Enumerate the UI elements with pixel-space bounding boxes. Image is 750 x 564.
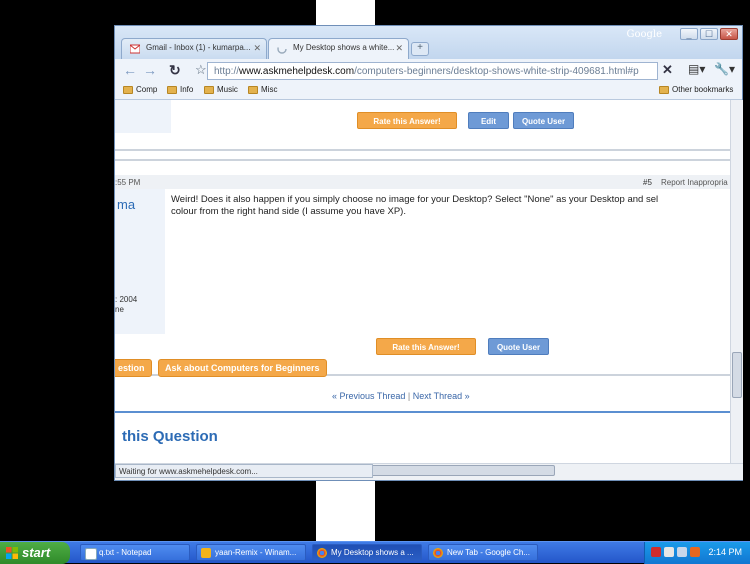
page-menu-icon[interactable]: ▤▾ (688, 62, 705, 76)
edit-button[interactable]: Edit (468, 112, 509, 129)
post-time: :55 PM (115, 178, 141, 187)
windows-logo-icon (6, 547, 18, 559)
divider (115, 149, 730, 151)
bookmark-comp[interactable]: Comp (123, 85, 157, 94)
taskbar-item-chrome-active[interactable]: My Desktop shows a ... (312, 544, 422, 561)
tab-label: Gmail - Inbox (1) - kumarpa... (146, 43, 251, 52)
section-title: this Question (122, 428, 218, 445)
reload-icon[interactable]: ↻ (169, 62, 181, 79)
chrome-window: Google _ ☐ ✕ Gmail - Inbox (1) - kumarpa… (114, 25, 743, 481)
tab-gmail[interactable]: Gmail - Inbox (1) - kumarpa... ✕ (121, 38, 267, 59)
folder-icon (659, 85, 669, 94)
scrollbar-thumb[interactable] (732, 352, 742, 398)
quote-user-button[interactable]: Quote User (488, 338, 549, 355)
rate-answer-button[interactable]: Rate this Answer! (357, 112, 457, 129)
start-button[interactable]: start (0, 542, 70, 564)
notepad-icon (85, 548, 97, 560)
previous-thread-link[interactable]: Previous Thread (340, 391, 406, 401)
report-link[interactable]: Report Inappropria (661, 178, 728, 187)
quote-user-button[interactable]: Quote User (513, 112, 574, 129)
post-header: :55 PM #5 Report Inappropria (115, 175, 730, 189)
divider (115, 159, 730, 161)
acrobat-icon[interactable] (651, 547, 661, 557)
taskbar: start q.txt - Notepad yaan-Remix - Winam… (0, 541, 750, 564)
rate-answer-button[interactable]: Rate this Answer! (376, 338, 476, 355)
bookmark-music[interactable]: Music (204, 85, 238, 94)
post-text-line: Weird! Does it also happen if you simply… (171, 194, 659, 205)
folder-icon (248, 85, 258, 94)
toolbar: ← → ↻ ☆ http://www.askmehelpdesk.com/com… (115, 59, 742, 83)
other-bookmarks[interactable]: Other bookmarks (659, 85, 733, 94)
bookmarks-bar: Comp Info Music Misc Other bookmarks (115, 83, 742, 100)
tray-app-icon[interactable] (690, 547, 700, 557)
gmail-icon (130, 44, 140, 54)
ask-computers-beginners-button[interactable]: Ask about Computers for Beginners (158, 359, 327, 377)
ask-question-button[interactable]: estion (115, 359, 152, 377)
author-meta: ne (115, 305, 124, 314)
section-divider (115, 411, 730, 413)
chrome-icon (317, 548, 327, 558)
folder-icon (123, 85, 133, 94)
author-column: ma : 2004 ne (115, 189, 165, 334)
maximize-button[interactable]: ☐ (700, 28, 718, 40)
tab-close-icon[interactable]: ✕ (253, 43, 261, 54)
stop-icon[interactable]: ✕ (662, 62, 673, 78)
loading-spinner-icon (277, 44, 287, 54)
next-thread-link[interactable]: Next Thread (413, 391, 462, 401)
bookmark-info[interactable]: Info (167, 85, 193, 94)
taskbar-item-notepad[interactable]: q.txt - Notepad (80, 544, 190, 561)
back-icon[interactable]: ← (123, 62, 137, 78)
tab-my-desktop[interactable]: My Desktop shows a white... ✕ (268, 38, 409, 60)
close-window-button[interactable]: ✕ (720, 28, 738, 40)
folder-icon (167, 85, 177, 94)
vertical-scrollbar[interactable] (730, 100, 743, 463)
previous-post-author-column (115, 100, 171, 133)
wrench-menu-icon[interactable]: 🔧▾ (714, 62, 735, 76)
tab-label: My Desktop shows a white... (293, 43, 395, 52)
folder-icon (204, 85, 214, 94)
thread-navigation: « Previous Thread | Next Thread » (332, 391, 470, 401)
status-bubble: Waiting for www.askmehelpdesk.com... (115, 464, 373, 478)
address-bar[interactable]: http://www.askmehelpdesk.com/computers-b… (207, 62, 658, 80)
chrome-icon (433, 548, 443, 558)
url-host: www.askmehelpdesk.com (239, 66, 355, 77)
bookmark-misc[interactable]: Misc (248, 85, 277, 94)
post-text-line: colour from the right hand side (I assum… (171, 206, 406, 217)
title-bar[interactable]: Google _ ☐ ✕ Gmail - Inbox (1) - kumarpa… (115, 26, 742, 60)
tab-close-icon[interactable]: ✕ (395, 43, 403, 54)
page-content: Rate this Answer! Edit Quote User :55 PM… (115, 100, 730, 463)
post-body: Weird! Does it also happen if you simply… (171, 194, 730, 218)
post-number[interactable]: #5 (643, 178, 652, 187)
author-name[interactable]: ma (117, 197, 135, 212)
bookmark-star-icon[interactable]: ☆ (195, 62, 207, 78)
new-tab-button[interactable]: + (411, 42, 429, 56)
url-path: /computers-beginners/desktop-shows-white… (354, 66, 639, 77)
taskbar-item-winamp[interactable]: yaan-Remix - Winam... (196, 544, 306, 561)
minimize-button[interactable]: _ (680, 28, 698, 40)
winamp-icon (201, 548, 211, 558)
forward-icon[interactable]: → (143, 62, 157, 78)
system-tray: 2:14 PM (644, 542, 750, 564)
volume-icon[interactable] (677, 547, 687, 557)
join-date: : 2004 (115, 295, 138, 304)
taskbar-item-new-tab[interactable]: New Tab - Google Ch... (428, 544, 538, 561)
url-scheme: http:// (214, 66, 240, 77)
google-brand-label: Google (626, 29, 662, 40)
clock[interactable]: 2:14 PM (708, 547, 742, 557)
network-icon[interactable] (664, 547, 674, 557)
